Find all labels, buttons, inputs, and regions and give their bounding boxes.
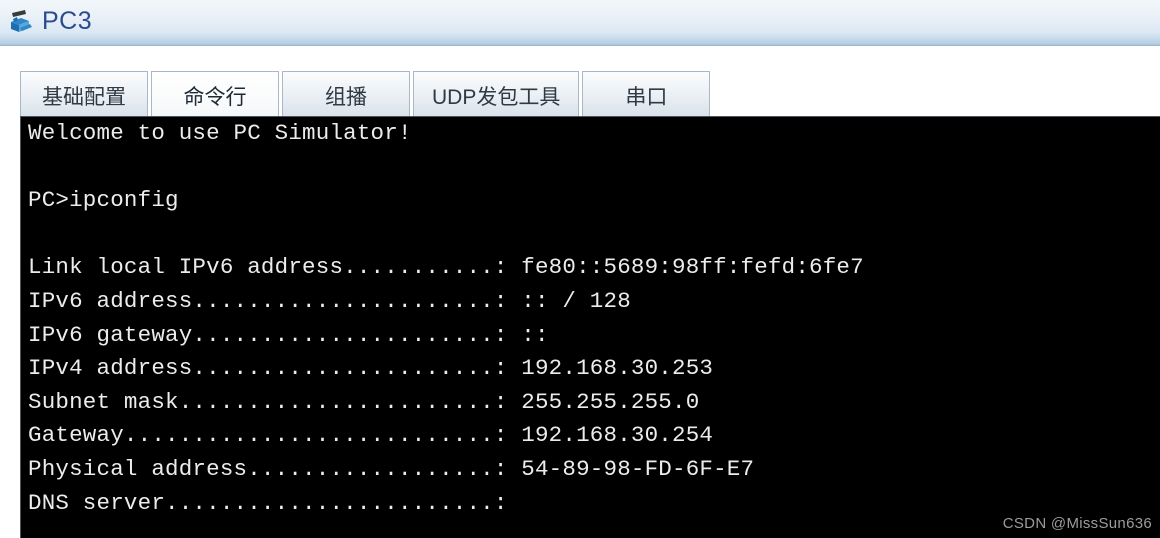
terminal-line: DNS server........................: bbox=[28, 489, 508, 516]
tab-label: 基础配置 bbox=[42, 85, 126, 109]
watermark-text: CSDN @MissSun636 bbox=[1002, 515, 1152, 532]
tab-multicast[interactable]: 组播 bbox=[282, 71, 410, 119]
terminal-line: IPv6 address......................: :: /… bbox=[28, 287, 631, 314]
terminal-line: Welcome to use PC Simulator! bbox=[28, 120, 412, 146]
window-title-bar: PC3 bbox=[0, 0, 1160, 46]
tab-basic-config[interactable]: 基础配置 bbox=[20, 71, 148, 119]
window-title: PC3 bbox=[42, 7, 93, 35]
tab-label: UDP发包工具 bbox=[432, 85, 561, 109]
terminal-line: Physical address..................: 54-8… bbox=[28, 455, 755, 482]
terminal-line: PC>ipconfig bbox=[28, 187, 179, 214]
tab-command-line[interactable]: 命令行 bbox=[151, 71, 279, 119]
terminal-line: Link local IPv6 address...........: fe80… bbox=[28, 254, 864, 281]
tab-label: 组播 bbox=[325, 85, 367, 109]
pc-device-icon bbox=[8, 8, 36, 38]
terminal-panel[interactable]: Welcome to use PC Simulator! PC>ipconfig L… bbox=[20, 116, 1160, 538]
terminal-line: IPv6 gateway......................: :: bbox=[28, 321, 549, 348]
terminal-line: Subnet mask.......................: 255.… bbox=[28, 388, 700, 415]
terminal-output[interactable]: Welcome to use PC Simulator! PC>ipconfig L… bbox=[28, 117, 1160, 538]
terminal-line: Gateway...........................: 192.… bbox=[28, 422, 714, 449]
tab-strip: 基础配置 命令行 组播 UDP发包工具 串口 bbox=[0, 63, 1160, 119]
tab-udp-packet-tool[interactable]: UDP发包工具 bbox=[413, 71, 580, 119]
window-body: 基础配置 命令行 组播 UDP发包工具 串口 Welcome to use PC… bbox=[0, 46, 1160, 538]
tab-label: 串口 bbox=[625, 85, 668, 109]
terminal-line: IPv4 address......................: 192.… bbox=[28, 355, 714, 382]
tab-serial-port[interactable]: 串口 bbox=[582, 71, 711, 119]
tab-label: 命令行 bbox=[183, 85, 247, 109]
